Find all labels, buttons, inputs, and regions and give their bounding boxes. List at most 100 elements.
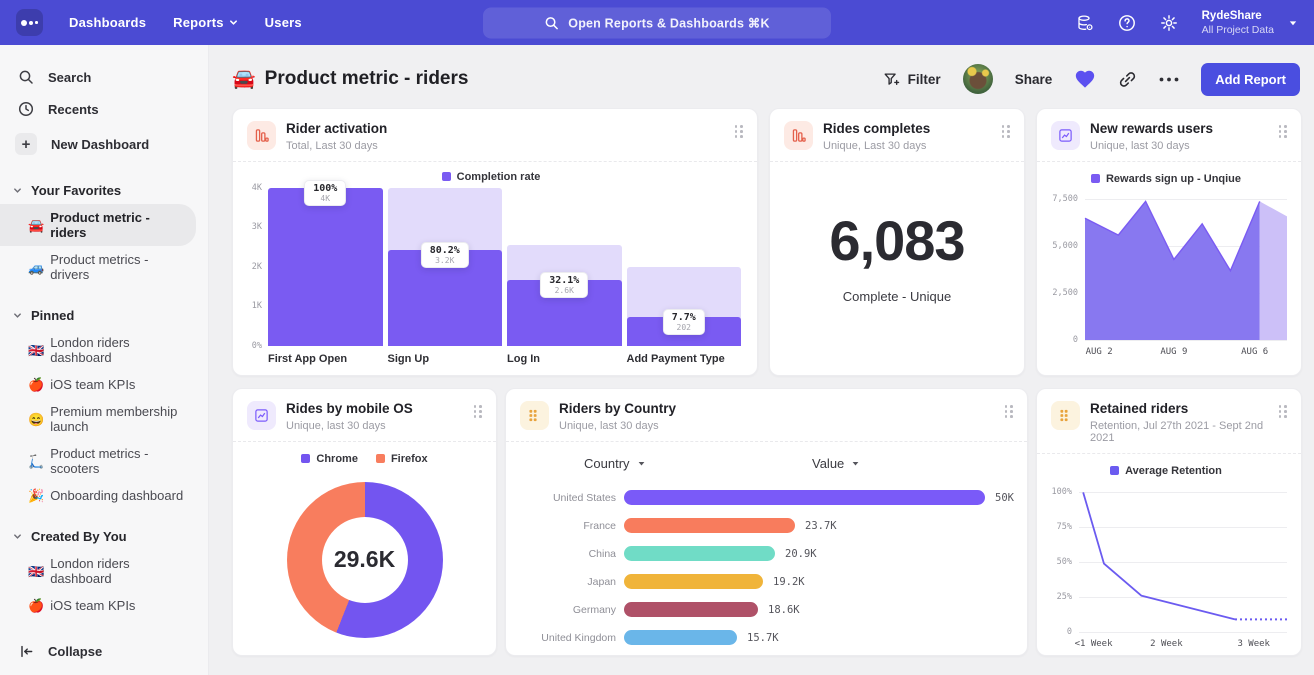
sidebar-item[interactable]: 🚘Product metric - riders [0, 204, 196, 246]
chevron-down-icon [229, 18, 238, 27]
legend-swatch [1091, 174, 1100, 183]
account-menu[interactable]: RydeShare All Project Data [1202, 9, 1298, 36]
funnel-bar: 32.1%2.6K [507, 188, 622, 346]
drag-handle-icon[interactable] [1279, 401, 1288, 418]
chevron-down-icon [851, 459, 860, 468]
sidebar: Search Recents + New Dashboard Your Favo… [0, 45, 209, 675]
drag-handle-icon[interactable] [1005, 401, 1014, 418]
card-subtitle: Unique, Last 30 days [823, 140, 930, 152]
table-row: Germany18.6K [520, 602, 1021, 618]
funnel-x-label: Sign Up [388, 353, 503, 365]
bar-tooltip: 100%4K [304, 180, 346, 206]
value-column-dropdown[interactable]: Value [812, 456, 860, 471]
share-button[interactable]: Share [1015, 72, 1053, 87]
nav-reports[interactable]: Reports [173, 15, 238, 30]
country-column-dropdown[interactable]: Country [584, 456, 646, 471]
card-retained-riders: Retained riders Retention, Jul 27th 2021… [1036, 388, 1302, 656]
funnel-bar: 80.2%3.2K [388, 188, 503, 346]
row-bar [624, 574, 763, 589]
row-value: 50K [995, 492, 1014, 504]
sidebar-recents[interactable]: Recents [0, 93, 208, 125]
sidebar-item[interactable]: 🇬🇧London riders dashboard [0, 329, 196, 371]
row-bar [624, 490, 985, 505]
row-label: Japan [520, 576, 624, 588]
item-emoji-icon: 😄 [28, 413, 44, 426]
chevron-down-icon [637, 459, 646, 468]
line-chart-icon [1051, 121, 1080, 150]
sidebar-section-toggle[interactable]: Pinned [13, 308, 208, 323]
row-value: 15.7K [747, 632, 779, 644]
global-search-input[interactable]: Open Reports & Dashboards ⌘K [483, 7, 831, 38]
row-bar [624, 630, 737, 645]
funnel-x-label: First App Open [268, 353, 383, 365]
row-value: 19.2K [773, 576, 805, 588]
row-label: France [520, 520, 624, 532]
top-nav: Dashboards Reports Users Open Reports & … [0, 0, 1314, 45]
item-emoji-icon: 🎉 [28, 489, 44, 502]
settings-gear-icon[interactable] [1160, 14, 1178, 32]
item-emoji-icon: 🇬🇧 [28, 344, 44, 357]
drag-handle-icon[interactable] [735, 121, 744, 138]
sidebar-item[interactable]: 🍎iOS team KPIs [0, 592, 196, 619]
favorite-heart-icon[interactable] [1074, 68, 1096, 90]
sidebar-new-dashboard[interactable]: + New Dashboard [0, 125, 208, 163]
card-subtitle: Unique, last 30 days [286, 420, 413, 432]
sidebar-item[interactable]: 🇬🇧London riders dashboard [0, 550, 196, 592]
add-report-button[interactable]: Add Report [1201, 63, 1300, 96]
nav-users[interactable]: Users [265, 15, 302, 30]
card-rider-activation: Rider activation Total, Last 30 days Com… [232, 108, 758, 376]
card-title: Riders by Country [559, 401, 676, 418]
app-logo[interactable] [16, 9, 43, 36]
sidebar-collapse-button[interactable]: Collapse [19, 644, 102, 659]
drag-handle-icon[interactable] [474, 401, 483, 418]
card-subtitle: Total, Last 30 days [286, 140, 387, 152]
row-label: Germany [520, 604, 624, 616]
sidebar-item[interactable]: 🚙Product metrics - drivers [0, 246, 196, 288]
bar-tooltip: 80.2%3.2K [421, 242, 469, 268]
table-row: China20.9K [520, 546, 1021, 562]
sidebar-section: Pinned 🇬🇧London riders dashboard🍎iOS team… [0, 308, 208, 509]
card-title: New rewards users [1090, 121, 1213, 138]
card-subtitle: Unique, last 30 days [1090, 140, 1213, 152]
bar-tooltip: 32.1%2.6K [540, 272, 588, 298]
item-emoji-icon: 🛴 [28, 455, 44, 468]
drag-handle-icon[interactable] [1002, 121, 1011, 138]
drag-handle-icon[interactable] [1279, 121, 1288, 138]
legend-swatch [301, 454, 310, 463]
copy-link-icon[interactable] [1118, 70, 1137, 89]
clock-icon [18, 101, 34, 117]
filter-button[interactable]: Filter [883, 71, 941, 88]
card-rides-by-mobile-os: Rides by mobile OS Unique, last 30 days … [232, 388, 497, 656]
country-bar-list: United States50KFrance23.7KChina20.9KJap… [520, 490, 1021, 646]
metric-value: 6,083 [829, 208, 964, 273]
chevron-down-icon [13, 308, 22, 323]
legend-swatch [1110, 466, 1119, 475]
card-title: Rides by mobile OS [286, 401, 413, 418]
funnel-x-label: Log In [507, 353, 622, 365]
sidebar-item[interactable]: 🛴Product metrics - scooters [0, 440, 196, 482]
avatar[interactable] [963, 64, 993, 94]
table-row: United States50K [520, 490, 1021, 506]
more-options-icon[interactable] [1159, 77, 1179, 82]
donut-center-value: 29.6K [334, 546, 395, 573]
sidebar-section-toggle[interactable]: Your Favorites [13, 183, 208, 198]
table-row: Japan 19.2K [520, 574, 1021, 590]
card-rides-completes: Rides completes Unique, Last 30 days 6,0… [769, 108, 1025, 376]
retention-line-chart: 100%75%50%25%0 [1045, 484, 1287, 632]
nav-dashboards[interactable]: Dashboards [69, 15, 146, 30]
sidebar-item[interactable]: 😄Premium membership launch [0, 398, 196, 440]
card-title: Retained riders [1090, 401, 1269, 418]
data-sources-icon[interactable] [1076, 14, 1094, 32]
table-icon [520, 401, 549, 430]
sidebar-item[interactable]: 🍎iOS team KPIs [0, 371, 196, 398]
sidebar-item[interactable]: 🎉Onboarding dashboard [0, 482, 196, 509]
card-subtitle: Retention, Jul 27th 2021 - Sept 2nd 2021 [1090, 420, 1269, 444]
bar-tooltip: 7.7%202 [663, 309, 705, 335]
funnel-bar: 100%4K [268, 188, 383, 346]
sidebar-section-toggle[interactable]: Created By You [13, 529, 208, 544]
plus-icon: + [15, 133, 37, 155]
line-chart-icon [247, 401, 276, 430]
table-icon [1051, 401, 1080, 430]
sidebar-search[interactable]: Search [0, 61, 208, 93]
help-icon[interactable] [1118, 14, 1136, 32]
